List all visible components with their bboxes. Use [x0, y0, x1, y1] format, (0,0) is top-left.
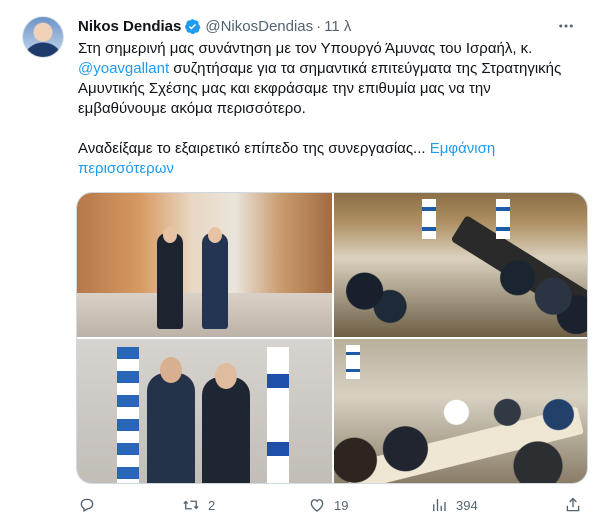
author-handle[interactable]: @NikosDendias	[205, 18, 313, 35]
flag-2	[496, 199, 510, 239]
author-avatar[interactable]	[22, 16, 64, 58]
tweet-text-part1: Στη σημερινή μας συνάντηση με τον Υπουργ…	[78, 40, 533, 57]
greek-flag	[117, 347, 139, 483]
tweet-paragraph-2: Αναδείξαμε το εξαιρετικό επίπεδο της συν…	[78, 139, 578, 179]
like-button[interactable]: 19	[308, 496, 348, 514]
person-right	[202, 233, 228, 329]
photo-meeting-table[interactable]	[334, 193, 587, 337]
like-count: 19	[334, 497, 349, 513]
person-left	[157, 233, 183, 329]
author-name[interactable]: Nikos Dendias	[78, 18, 181, 35]
retweet-icon	[183, 500, 199, 510]
israeli-flag	[267, 347, 289, 483]
retweet-button[interactable]: 2	[182, 496, 215, 514]
meeting-participants	[334, 235, 587, 337]
person-right-head	[208, 227, 222, 243]
views-count: 394	[456, 497, 478, 513]
photo-handshake[interactable]	[77, 339, 332, 483]
photo-delegations[interactable]	[334, 339, 587, 483]
person-1	[147, 373, 195, 483]
person-2	[202, 377, 250, 483]
views-icon	[433, 499, 446, 511]
reply-icon	[80, 498, 94, 512]
photo-walking[interactable]	[77, 193, 332, 337]
separator-dot: ·	[316, 17, 322, 35]
share-button[interactable]	[564, 496, 582, 514]
person-2-head	[215, 363, 237, 389]
flag-1	[422, 199, 436, 239]
reply-button[interactable]	[78, 496, 104, 514]
person-1-head	[160, 357, 182, 383]
tweet-time[interactable]: 11 λ	[324, 18, 351, 35]
flag-3	[346, 345, 360, 379]
tweet-actions: 2 19 394	[78, 495, 584, 515]
retweet-count: 2	[208, 497, 216, 513]
share-icon	[566, 497, 580, 512]
verified-icon	[185, 18, 201, 34]
tweet-text-paragraph-2: Αναδείξαμε το εξαιρετικό επίπεδο της συν…	[78, 140, 426, 157]
person-left-head	[163, 227, 177, 243]
more-icon[interactable]	[554, 14, 578, 38]
like-icon	[310, 499, 324, 512]
tweet-paragraph-1: Στη σημερινή μας συνάντηση με τον Υπουργ…	[78, 39, 578, 119]
media-grid	[76, 192, 588, 484]
tweet-text: Στη σημερινή μας συνάντηση με τον Υπουργ…	[78, 39, 578, 179]
tweet-header: Nikos Dendias @NikosDendias · 11 λ	[78, 16, 351, 36]
mention-link[interactable]: @yoavgallant	[78, 60, 169, 77]
delegation-participants	[334, 369, 587, 483]
views-button[interactable]: 394	[430, 496, 478, 514]
